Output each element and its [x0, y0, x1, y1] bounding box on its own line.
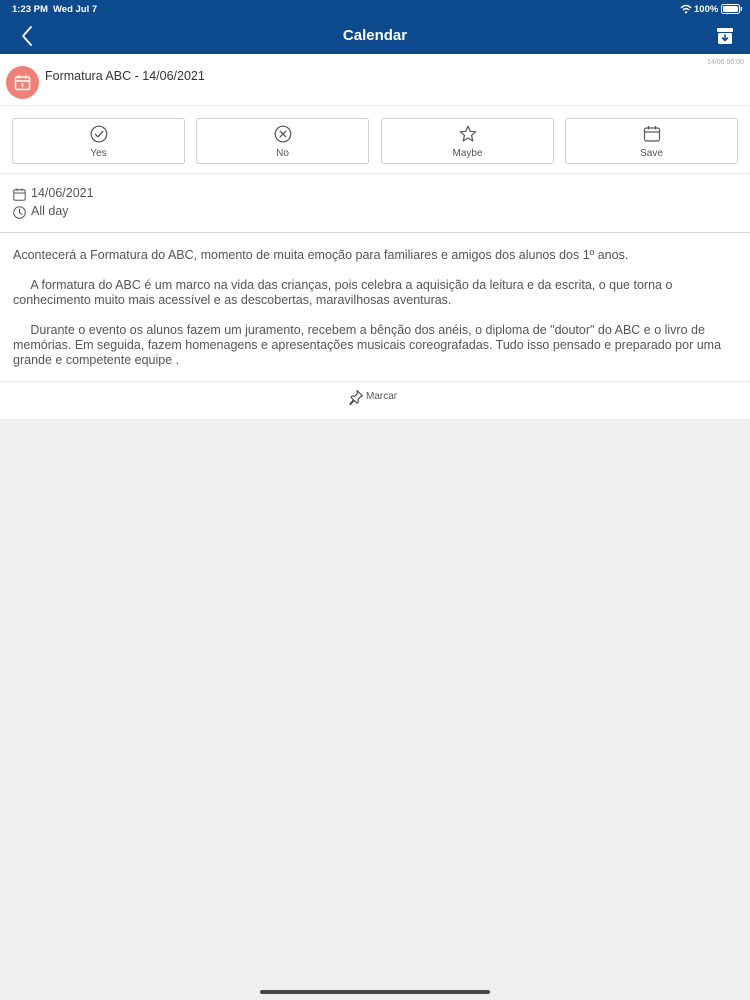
calendar-icon [643, 126, 661, 142]
clock-icon [13, 206, 26, 219]
status-date: Wed Jul 7 [53, 4, 98, 15]
calendar-icon [14, 75, 31, 91]
pin-label: Marcar [366, 391, 398, 402]
event-header: Formatura ABC - 14/06/2021 14/06 00:00 [0, 54, 750, 106]
description-paragraph: A formatura do ABC é um marco na vida da… [13, 278, 676, 307]
maybe-button[interactable]: Maybe [381, 118, 554, 164]
yes-label: Yes [90, 148, 107, 159]
maybe-label: Maybe [452, 148, 483, 159]
pin-icon [349, 389, 364, 406]
archive-button[interactable] [715, 26, 735, 46]
no-button[interactable]: No [196, 118, 369, 164]
status-time: 1:23 PM [12, 4, 48, 15]
archive-box-icon [717, 28, 733, 44]
x-circle-icon [274, 125, 292, 143]
event-detail: Formatura ABC - 14/06/2021 14/06 00:00 Y… [0, 54, 750, 419]
event-title: Formatura ABC - 14/06/2021 [45, 69, 205, 83]
battery-percentage: 100% [694, 4, 719, 15]
calendar-icon [13, 188, 26, 201]
battery-icon [721, 4, 742, 14]
check-circle-icon [90, 125, 108, 143]
event-description: Acontecerá a Formatura do ABC, momento d… [0, 233, 750, 382]
description-paragraph: Durante o evento os alunos fazem um jura… [13, 323, 725, 367]
no-label: No [276, 148, 289, 159]
event-time: All day [31, 204, 69, 218]
pin-button[interactable]: Marcar [348, 388, 408, 406]
event-info: 14/06/2021 All day [0, 174, 750, 233]
page-title: Calendar [342, 27, 408, 44]
star-icon [459, 125, 477, 142]
save-button[interactable]: Save [565, 118, 738, 164]
wifi-icon [680, 4, 692, 14]
home-indicator [260, 990, 490, 994]
event-icon [6, 66, 39, 99]
yes-button[interactable]: Yes [12, 118, 185, 164]
save-label: Save [640, 148, 663, 159]
rsvp-actions: Yes No Maybe Save [0, 106, 750, 174]
event-timestamp: 14/06 00:00 [707, 59, 744, 66]
navigation-bar: 1:23 PM Wed Jul 7 100% Calendar [0, 0, 750, 54]
description-paragraph: Acontecerá a Formatura do ABC, momento d… [13, 248, 629, 262]
event-date: 14/06/2021 [31, 186, 94, 200]
